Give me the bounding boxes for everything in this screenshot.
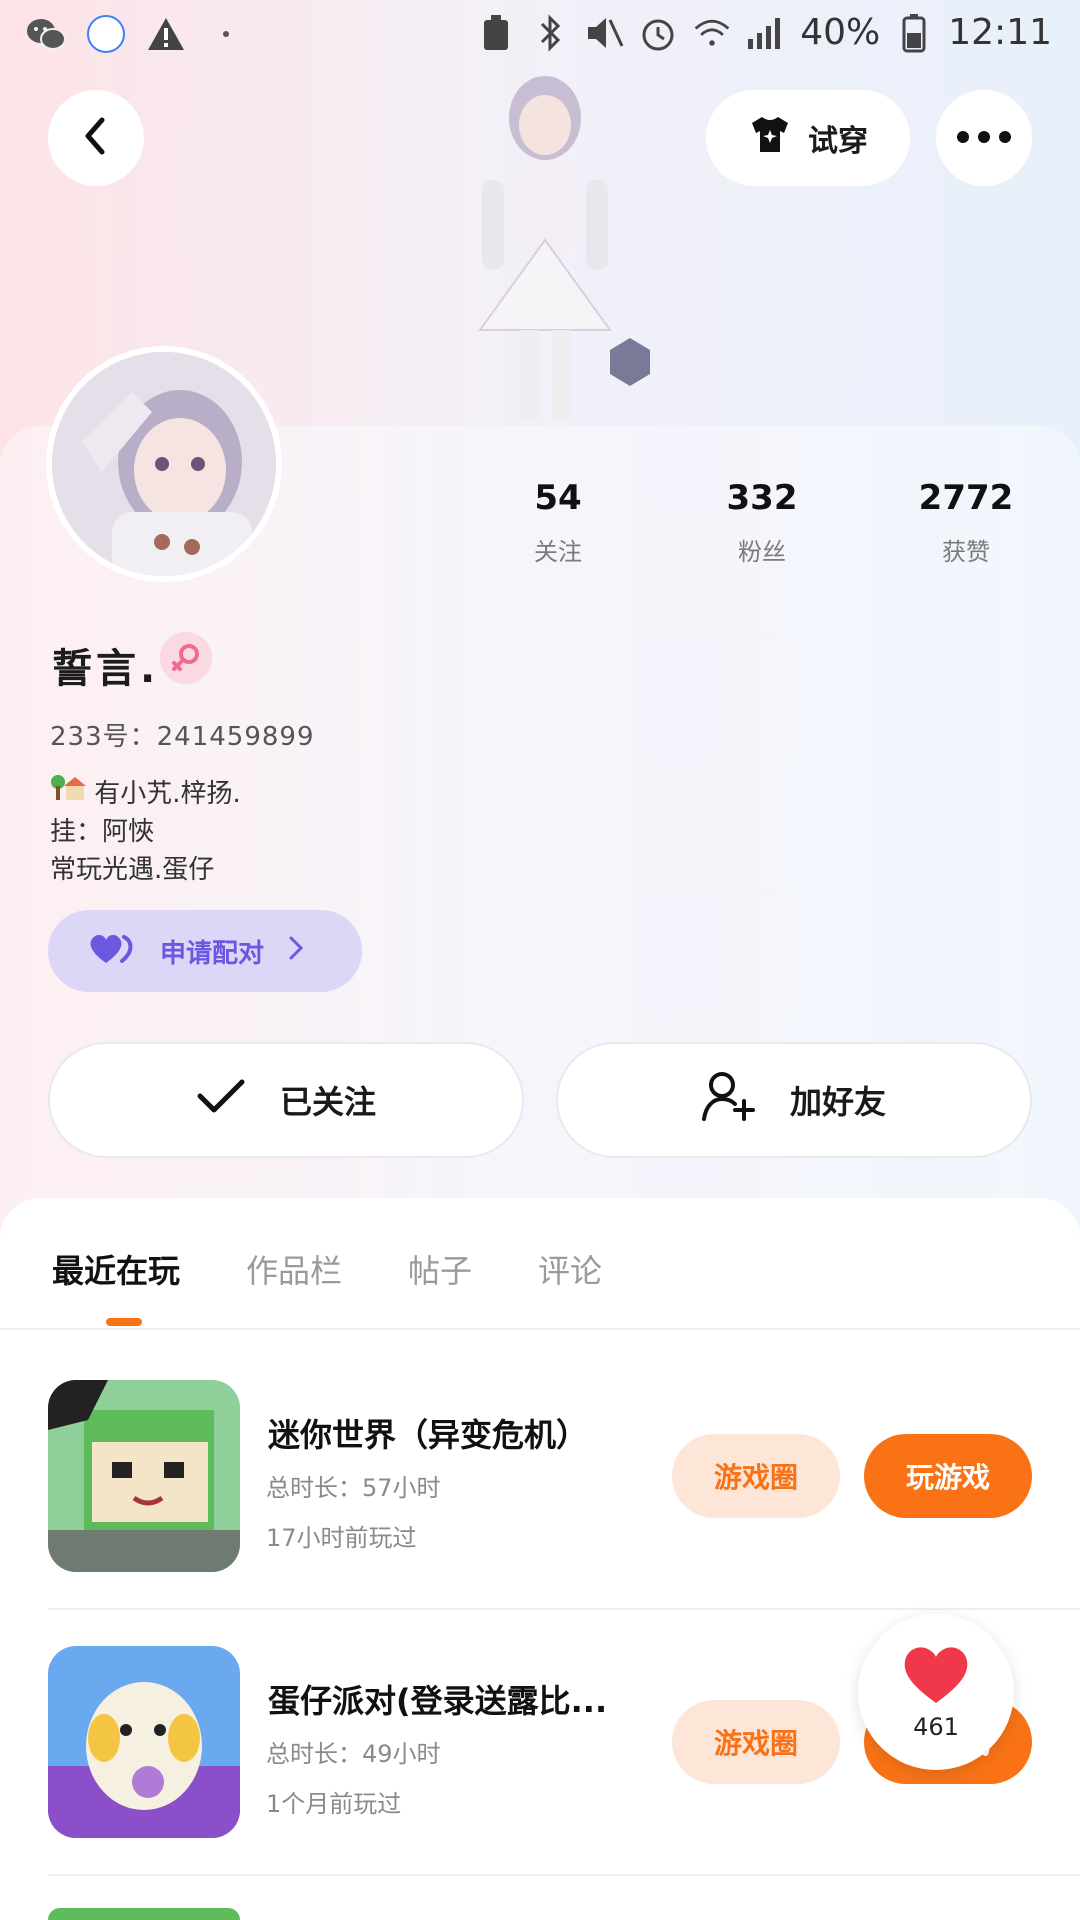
game-title: 蛋仔派对(登录送露比... [268, 1682, 608, 1720]
stat-followers-value: 332 [726, 478, 798, 518]
bio-line: 挂：阿悏 [50, 817, 155, 847]
heart-pair-icon [88, 931, 136, 972]
character-model [420, 70, 670, 426]
stat-followers[interactable]: 332 粉丝 [692, 478, 832, 567]
like-count: 461 [913, 1713, 959, 1741]
battery-percent: 40% [800, 12, 881, 53]
game-row[interactable]: 迷你世界（异变危机） 总时长：57小时 17小时前玩过 游戏圈 玩游戏 [0, 1380, 1080, 1646]
bio-line: 有小艽.梓扬. [50, 772, 241, 813]
game-duration: 总时长：49小时 [266, 1740, 441, 1768]
more-button[interactable] [936, 90, 1032, 186]
add-friend-label: 加好友 [789, 1083, 886, 1121]
pair-request-button[interactable]: 申请配对 [48, 910, 362, 992]
alarm-icon [638, 13, 678, 53]
bio-line: 常玩光遇.蛋仔 [50, 855, 215, 885]
like-button[interactable]: 461 [858, 1614, 1014, 1770]
username: 誓言. [52, 646, 160, 692]
game-duration: 总时长：57小时 [266, 1474, 441, 1502]
recycle-icon [476, 13, 516, 53]
clock: 12:11 [948, 12, 1052, 53]
play-game-button[interactable]: 玩游戏 [864, 1434, 1032, 1518]
stat-following-label: 关注 [534, 538, 582, 566]
game-icon-mini-world[interactable] [48, 1380, 240, 1572]
game-last-played: 17小时前玩过 [266, 1524, 417, 1552]
battery-icon [894, 13, 934, 53]
wifi-icon [692, 13, 732, 53]
game-icon-partial [48, 1908, 240, 1920]
heart-icon [901, 1643, 971, 1709]
try-on-button[interactable]: 试穿 [706, 90, 910, 186]
bluetooth-icon [530, 13, 570, 53]
tab-comments[interactable]: 评论 [538, 1246, 602, 1292]
game-circle-button[interactable]: 游戏圈 [672, 1434, 840, 1518]
stat-followers-label: 粉丝 [738, 538, 786, 566]
followed-button[interactable]: 已关注 [48, 1042, 524, 1158]
stat-likes-label: 获赞 [942, 538, 990, 566]
stat-following[interactable]: 54 关注 [488, 478, 628, 567]
tab-bar: 最近在玩 作品栏 帖子 评论 [52, 1246, 668, 1292]
mute-icon [584, 13, 624, 53]
tab-recently-played[interactable]: 最近在玩 [52, 1246, 180, 1292]
ifly-icon [86, 14, 126, 54]
wechat-icon [26, 14, 66, 54]
tab-works[interactable]: 作品栏 [246, 1246, 342, 1292]
game-title: 迷你世界（异变危机） [268, 1416, 589, 1454]
tshirt-icon [748, 114, 792, 162]
game-circle-button[interactable]: 游戏圈 [672, 1700, 840, 1784]
row-divider [48, 1874, 1080, 1876]
more-dots-icon [956, 129, 1012, 148]
back-arrow-icon [78, 116, 114, 160]
try-on-label: 试穿 [808, 124, 868, 159]
stat-likes[interactable]: 2772 获赞 [896, 478, 1036, 567]
add-friend-button[interactable]: 加好友 [556, 1042, 1032, 1158]
tab-divider [0, 1328, 1080, 1330]
tab-posts[interactable]: 帖子 [408, 1246, 472, 1292]
dot-icon [206, 14, 246, 54]
pair-request-label: 申请配对 [160, 938, 265, 969]
avatar[interactable] [46, 346, 282, 582]
game-icon-eggy-party[interactable] [48, 1646, 240, 1838]
status-bar: 40% 12:11 [0, 0, 1080, 70]
row-divider [48, 1608, 1080, 1610]
checkmark-icon [196, 1077, 246, 1123]
back-button[interactable] [48, 90, 144, 186]
user-id: 233号：241459899 [50, 722, 315, 752]
house-icon [50, 775, 86, 809]
bio: 有小艽.梓扬. 挂：阿悏 常玩光遇.蛋仔 [50, 772, 241, 889]
game-last-played: 1个月前玩过 [266, 1790, 402, 1818]
stat-following-value: 54 [534, 478, 582, 518]
signal-icon [746, 13, 786, 53]
chevron-right-icon [288, 935, 304, 968]
add-user-icon [701, 1071, 756, 1129]
followed-label: 已关注 [279, 1083, 376, 1121]
warning-icon [146, 14, 186, 54]
female-icon [160, 632, 212, 684]
tab-indicator [106, 1318, 142, 1326]
stat-likes-value: 2772 [918, 478, 1014, 518]
